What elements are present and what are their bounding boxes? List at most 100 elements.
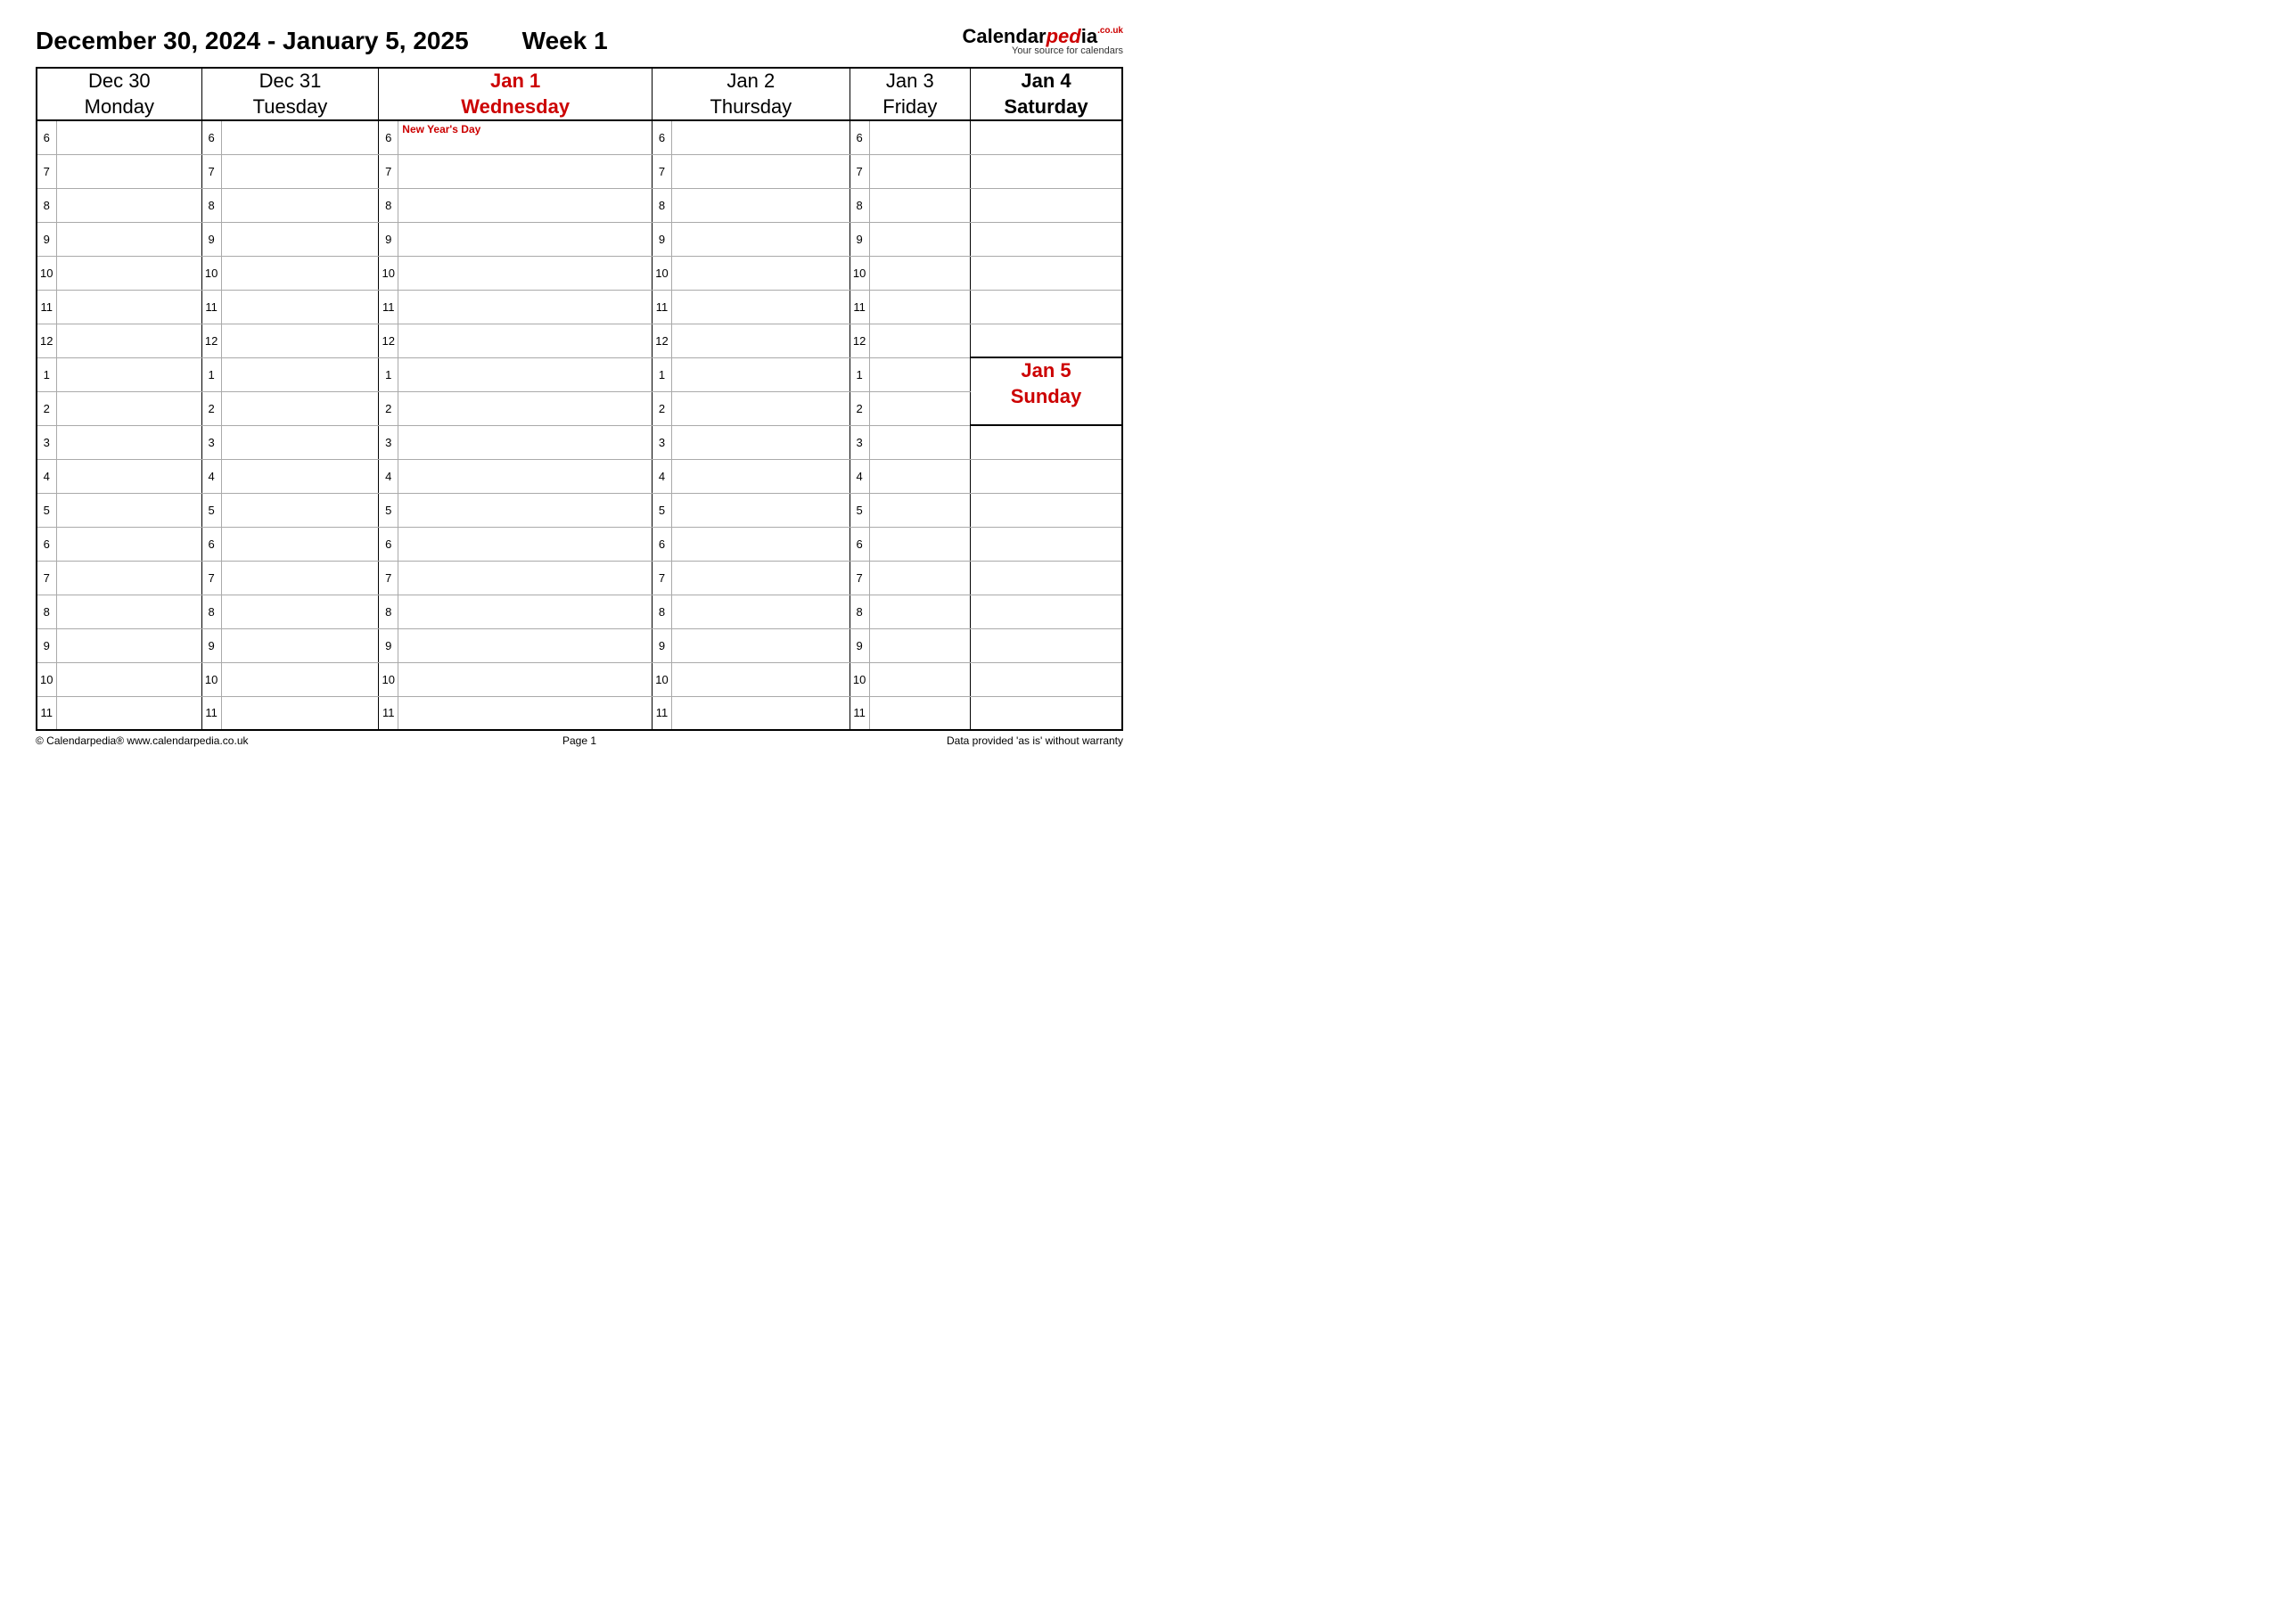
hour-label: 8	[653, 595, 672, 628]
hour-label: 4	[37, 459, 56, 493]
hour-slot	[672, 290, 850, 324]
hour-label: 8	[37, 188, 56, 222]
hour-slot	[398, 357, 653, 391]
saturday-slot	[970, 154, 1122, 188]
hour-label: 11	[653, 290, 672, 324]
hour-slot	[672, 188, 850, 222]
hour-slot	[221, 120, 379, 154]
hour-label: 8	[850, 595, 869, 628]
page-footer: © Calendarpedia® www.calendarpedia.co.uk…	[36, 734, 1123, 747]
hour-slot	[869, 256, 970, 290]
hour-label: 6	[37, 527, 56, 561]
hour-slot	[221, 324, 379, 357]
hour-label: 5	[379, 493, 398, 527]
hour-slot	[869, 120, 970, 154]
hour-label: 7	[653, 154, 672, 188]
hour-label: 10	[653, 662, 672, 696]
hour-label: 9	[379, 628, 398, 662]
footer-copyright: © Calendarpedia® www.calendarpedia.co.uk	[36, 734, 398, 747]
sunday-slot	[970, 696, 1122, 730]
hour-label: 5	[37, 493, 56, 527]
hour-label: 7	[379, 561, 398, 595]
hour-slot	[672, 628, 850, 662]
hour-label: 9	[201, 628, 221, 662]
hour-label: 3	[37, 425, 56, 459]
day-date: Jan 1	[379, 69, 652, 94]
hour-slot	[398, 425, 653, 459]
hour-slot	[869, 595, 970, 628]
hour-slot	[869, 324, 970, 357]
hour-label: 2	[379, 391, 398, 425]
hour-label: 8	[379, 595, 398, 628]
day-date: Dec 30	[37, 69, 201, 94]
day-header: Jan 3Friday	[850, 68, 970, 120]
hour-slot	[869, 425, 970, 459]
hour-slot	[672, 459, 850, 493]
hour-label: 9	[201, 222, 221, 256]
hour-slot	[221, 188, 379, 222]
hour-label: 3	[850, 425, 869, 459]
hour-slot	[869, 222, 970, 256]
hour-label: 10	[653, 256, 672, 290]
hour-slot	[221, 696, 379, 730]
hour-slot	[221, 628, 379, 662]
day-header: Jan 2Thursday	[653, 68, 850, 120]
hour-slot	[56, 222, 201, 256]
sunday-slot	[970, 459, 1122, 493]
saturday-slot	[970, 290, 1122, 324]
hour-label: 9	[653, 222, 672, 256]
hour-label: 3	[379, 425, 398, 459]
hour-label: 11	[850, 290, 869, 324]
hour-slot	[56, 188, 201, 222]
hour-label: 10	[379, 256, 398, 290]
hour-label: 8	[653, 188, 672, 222]
hour-label: 6	[653, 527, 672, 561]
hour-slot	[56, 628, 201, 662]
hour-label: 11	[850, 696, 869, 730]
hour-slot	[398, 222, 653, 256]
hour-label: 10	[37, 256, 56, 290]
hour-slot	[869, 188, 970, 222]
hour-label: 5	[201, 493, 221, 527]
hour-slot	[56, 256, 201, 290]
day-header: Dec 31Tuesday	[201, 68, 379, 120]
sunday-slot	[970, 493, 1122, 527]
hour-label: 4	[850, 459, 869, 493]
hour-slot	[56, 595, 201, 628]
hour-slot	[672, 154, 850, 188]
hour-label: 8	[850, 188, 869, 222]
hour-slot	[869, 696, 970, 730]
hour-label: 5	[850, 493, 869, 527]
hour-slot	[869, 391, 970, 425]
hour-label: 6	[653, 120, 672, 154]
hour-slot	[398, 561, 653, 595]
hour-label: 6	[850, 527, 869, 561]
sunday-slot	[970, 662, 1122, 696]
hour-label: 6	[379, 120, 398, 154]
hour-slot	[56, 493, 201, 527]
hour-label: 6	[201, 120, 221, 154]
hour-slot	[869, 662, 970, 696]
hour-label: 8	[37, 595, 56, 628]
saturday-slot	[970, 188, 1122, 222]
hour-label: 2	[37, 391, 56, 425]
brand-logo: Calendarpedia.co.uk Your source for cale…	[962, 27, 1123, 56]
hour-slot	[56, 391, 201, 425]
hour-label: 12	[850, 324, 869, 357]
hour-slot	[56, 696, 201, 730]
hour-label: 7	[850, 561, 869, 595]
hour-slot	[398, 324, 653, 357]
hour-label: 12	[201, 324, 221, 357]
hour-label: 10	[201, 256, 221, 290]
hour-label: 11	[201, 696, 221, 730]
hour-slot	[398, 662, 653, 696]
hour-label: 4	[379, 459, 398, 493]
holiday-label: New Year's Day	[398, 120, 653, 154]
hour-slot	[672, 391, 850, 425]
day-weekday: Wednesday	[379, 94, 652, 120]
hour-slot	[56, 662, 201, 696]
hour-label: 10	[850, 662, 869, 696]
hour-label: 11	[37, 696, 56, 730]
hour-slot	[672, 493, 850, 527]
hour-label: 11	[379, 290, 398, 324]
